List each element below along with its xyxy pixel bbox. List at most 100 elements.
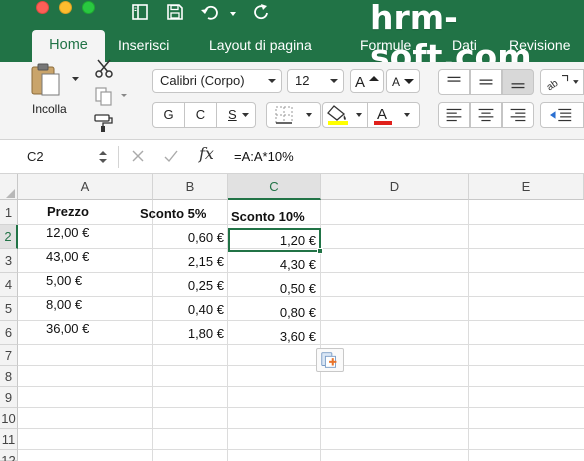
tab-data[interactable]: Dati bbox=[452, 34, 477, 62]
align-top-button[interactable] bbox=[438, 69, 470, 95]
row-header-3[interactable]: 3 bbox=[0, 249, 18, 273]
undo-icon[interactable] bbox=[200, 3, 218, 21]
row-header-4[interactable]: 4 bbox=[0, 273, 18, 297]
copy-dropdown-icon[interactable] bbox=[121, 93, 127, 98]
row-header-7[interactable]: 7 bbox=[0, 345, 18, 366]
font-name-select[interactable]: Calibri (Corpo) bbox=[152, 69, 282, 93]
cell-b2[interactable]: 0,60 € bbox=[150, 230, 224, 245]
cell-c1[interactable]: Sconto 10% bbox=[231, 209, 305, 224]
chevron-down-icon bbox=[268, 79, 276, 83]
chevron-down-icon bbox=[330, 79, 338, 83]
row-header-6[interactable]: 6 bbox=[0, 321, 18, 345]
select-all-icon bbox=[6, 189, 15, 198]
paste-button-label[interactable]: Incolla bbox=[32, 102, 67, 116]
gridline bbox=[18, 386, 584, 387]
svg-text:A: A bbox=[392, 75, 400, 89]
cell-b6[interactable]: 1,80 € bbox=[150, 326, 224, 341]
cell-b3[interactable]: 2,15 € bbox=[150, 254, 224, 269]
cell-a3[interactable]: 43,00 € bbox=[46, 249, 89, 264]
bold-button[interactable]: G bbox=[152, 102, 185, 128]
row-header-8[interactable]: 8 bbox=[0, 366, 18, 387]
window-maximize-icon[interactable] bbox=[82, 1, 95, 14]
row-header-5[interactable]: 5 bbox=[0, 297, 18, 321]
tab-insert[interactable]: Inserisci bbox=[118, 34, 169, 62]
font-size-select[interactable]: 12 bbox=[287, 69, 344, 93]
tab-page-layout[interactable]: Layout di pagina bbox=[209, 34, 312, 62]
align-center-icon bbox=[478, 108, 494, 122]
cell-c4[interactable]: 0,50 € bbox=[240, 281, 316, 296]
formula-input[interactable]: =A:A*10% bbox=[234, 146, 294, 168]
window-close-icon[interactable] bbox=[36, 1, 49, 14]
insert-function-icon[interactable]: fx bbox=[199, 144, 214, 163]
copy-icon[interactable] bbox=[94, 86, 114, 106]
cancel-entry-icon[interactable] bbox=[131, 149, 145, 163]
align-center-button[interactable] bbox=[470, 102, 502, 128]
window-minimize-icon[interactable] bbox=[59, 1, 72, 14]
column-header-a[interactable]: A bbox=[18, 174, 153, 200]
save-icon[interactable] bbox=[166, 3, 184, 21]
row-header-9[interactable]: 9 bbox=[0, 387, 18, 408]
column-header-b[interactable]: B bbox=[153, 174, 228, 200]
cell-a4[interactable]: 5,00 € bbox=[46, 273, 82, 288]
font-size-value: 12 bbox=[295, 73, 310, 88]
cell-b4[interactable]: 0,25 € bbox=[150, 278, 224, 293]
column-header-c[interactable]: C bbox=[228, 174, 321, 200]
cell-c3[interactable]: 4,30 € bbox=[240, 257, 316, 272]
name-box-stepper-icon[interactable] bbox=[98, 149, 108, 165]
row-header-1[interactable]: 1 bbox=[0, 200, 18, 225]
svg-text:A: A bbox=[355, 74, 365, 91]
row-header-11[interactable]: 11 bbox=[0, 429, 18, 450]
font-color-icon: A bbox=[374, 106, 410, 125]
align-middle-icon bbox=[479, 79, 493, 85]
format-painter-icon[interactable] bbox=[93, 113, 114, 133]
cell-a2[interactable]: 12,00 € bbox=[46, 225, 89, 240]
gridline bbox=[18, 320, 584, 321]
sidebar-toggle-icon[interactable] bbox=[131, 3, 149, 21]
align-right-button[interactable] bbox=[502, 102, 534, 128]
cell-a6[interactable]: 36,00 € bbox=[46, 321, 89, 336]
font-color-button[interactable]: A bbox=[367, 102, 420, 128]
decrease-font-size-button[interactable]: A bbox=[386, 69, 420, 93]
align-left-icon bbox=[446, 108, 462, 122]
cell-a1[interactable]: Prezzo bbox=[47, 204, 89, 219]
underline-dropdown-icon[interactable] bbox=[242, 112, 249, 118]
gridline bbox=[18, 365, 584, 366]
cell-c5[interactable]: 0,80 € bbox=[240, 305, 316, 320]
cell-b5[interactable]: 0,40 € bbox=[150, 302, 224, 317]
paste-options-button[interactable] bbox=[316, 348, 344, 372]
row-header-10[interactable]: 10 bbox=[0, 408, 18, 429]
fill-handle[interactable] bbox=[317, 248, 323, 254]
cell-b1[interactable]: Sconto 5% bbox=[140, 206, 206, 221]
row-header-12[interactable]: 12 bbox=[0, 450, 18, 461]
text-orientation-icon: ab bbox=[545, 74, 579, 93]
decrease-indent-button[interactable] bbox=[540, 102, 584, 128]
scissors-icon[interactable] bbox=[94, 58, 114, 78]
gridline bbox=[18, 428, 584, 429]
underline-button[interactable]: S bbox=[216, 102, 256, 128]
active-cell-selection[interactable] bbox=[228, 228, 321, 252]
fill-color-button[interactable] bbox=[322, 102, 368, 128]
increase-font-size-button[interactable]: A bbox=[350, 69, 384, 93]
column-header-e[interactable]: E bbox=[469, 174, 584, 200]
confirm-entry-icon[interactable] bbox=[163, 149, 179, 163]
row-header-2[interactable]: 2 bbox=[0, 225, 18, 249]
align-bottom-button[interactable] bbox=[502, 69, 534, 95]
text-orientation-button[interactable]: ab bbox=[540, 69, 584, 95]
gridline bbox=[468, 200, 469, 461]
redo-icon[interactable] bbox=[252, 3, 270, 21]
align-left-button[interactable] bbox=[438, 102, 470, 128]
gridline bbox=[18, 272, 584, 273]
paste-icon[interactable] bbox=[30, 62, 66, 96]
paste-dropdown-icon[interactable] bbox=[72, 76, 79, 82]
svg-text:A: A bbox=[377, 106, 387, 123]
decrease-indent-icon bbox=[550, 108, 572, 122]
tab-review[interactable]: Revisione bbox=[509, 34, 570, 62]
italic-button[interactable]: C bbox=[184, 102, 217, 128]
cell-c6[interactable]: 3,60 € bbox=[240, 329, 316, 344]
borders-button[interactable] bbox=[266, 102, 321, 128]
align-middle-button[interactable] bbox=[470, 69, 502, 95]
tab-formulas[interactable]: Formule bbox=[360, 34, 411, 62]
cell-a5[interactable]: 8,00 € bbox=[46, 297, 82, 312]
undo-dropdown-icon[interactable] bbox=[229, 10, 237, 18]
column-header-d[interactable]: D bbox=[321, 174, 469, 200]
